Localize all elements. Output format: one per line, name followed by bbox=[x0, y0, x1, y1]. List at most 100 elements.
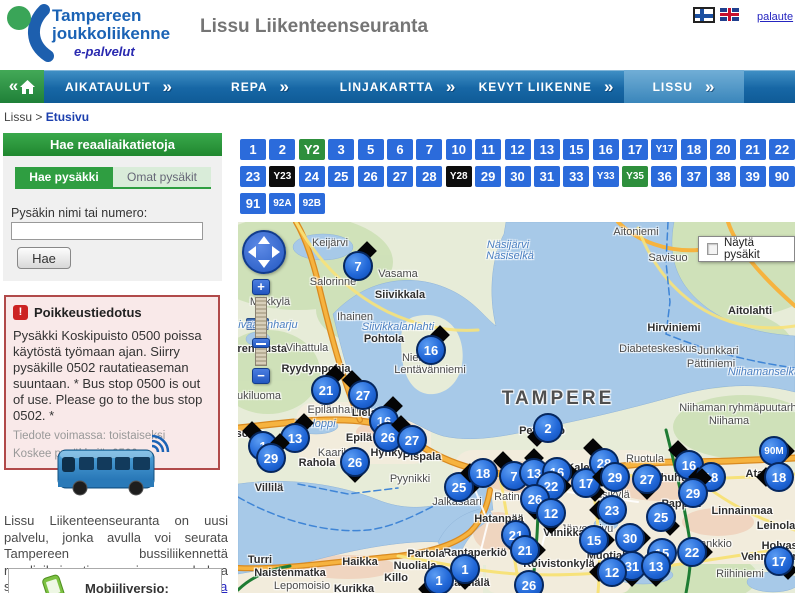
route-button-21[interactable]: 21 bbox=[740, 139, 766, 160]
bus-marker-23[interactable]: 23 bbox=[597, 495, 627, 525]
route-button-1[interactable]: 1 bbox=[240, 139, 266, 160]
route-button-Y33[interactable]: Y33 bbox=[593, 166, 619, 187]
lissu-page: Tampereen joukkoliikenne e-palvelut Liss… bbox=[0, 0, 800, 593]
map-place-label: Killo bbox=[384, 572, 408, 584]
nav-item-linjakartta[interactable]: LINJAKARTTA» bbox=[327, 70, 469, 103]
search-tabs: Hae pysäkki Omat pysäkit bbox=[15, 167, 211, 189]
route-button-2[interactable]: 2 bbox=[269, 139, 295, 160]
tab-hae-pysakki[interactable]: Hae pysäkki bbox=[15, 167, 113, 187]
logo[interactable] bbox=[4, 2, 56, 67]
bus-marker-16[interactable]: 16 bbox=[416, 335, 446, 365]
route-button-Y17[interactable]: Y17 bbox=[651, 139, 677, 160]
route-button-7[interactable]: 7 bbox=[416, 139, 442, 160]
search-button[interactable]: Hae bbox=[17, 247, 71, 269]
route-button-27[interactable]: 27 bbox=[387, 166, 413, 187]
map-pan-control[interactable] bbox=[242, 230, 286, 274]
feedback-link[interactable]: palaute bbox=[757, 11, 793, 23]
bus-marker-26[interactable]: 26 bbox=[514, 570, 544, 593]
bus-marker-1[interactable]: 1 bbox=[424, 565, 454, 593]
route-button-16[interactable]: 16 bbox=[593, 139, 619, 160]
bus-marker-29[interactable]: 29 bbox=[678, 478, 708, 508]
bus-marker-15[interactable]: 15 bbox=[579, 525, 609, 555]
pan-left-icon[interactable] bbox=[248, 246, 256, 258]
map-city-label: TAMPERE bbox=[502, 388, 614, 410]
route-button-25[interactable]: 25 bbox=[328, 166, 354, 187]
show-stops-toggle[interactable]: Näytä pysäkit bbox=[698, 236, 795, 262]
route-button-17[interactable]: 17 bbox=[622, 139, 648, 160]
nav-home-button[interactable]: « bbox=[0, 70, 44, 103]
route-button-Y35[interactable]: Y35 bbox=[622, 166, 648, 187]
bus-marker-18[interactable]: 18 bbox=[468, 458, 498, 488]
route-button-31[interactable]: 31 bbox=[534, 166, 560, 187]
route-button-33[interactable]: 33 bbox=[563, 166, 589, 187]
bus-marker-27[interactable]: 27 bbox=[632, 464, 662, 494]
bus-marker-25[interactable]: 25 bbox=[646, 502, 676, 532]
route-button-39[interactable]: 39 bbox=[740, 166, 766, 187]
bus-marker-21[interactable]: 21 bbox=[311, 375, 341, 405]
route-button-30[interactable]: 30 bbox=[505, 166, 531, 187]
map-zoom-slider[interactable] bbox=[255, 297, 267, 366]
nav-item-lissu[interactable]: LISSU» bbox=[624, 70, 744, 103]
tab-omat-pysakit[interactable]: Omat pysäkit bbox=[113, 167, 211, 187]
route-button-3[interactable]: 3 bbox=[328, 139, 354, 160]
route-button-18[interactable]: 18 bbox=[681, 139, 707, 160]
route-button-92A[interactable]: 92A bbox=[269, 193, 295, 214]
bus-marker-26[interactable]: 26 bbox=[340, 447, 370, 477]
bus-marker-7[interactable]: 7 bbox=[343, 251, 373, 281]
pan-up-icon[interactable] bbox=[258, 236, 270, 244]
stop-search-input[interactable] bbox=[11, 222, 203, 240]
route-button-23[interactable]: 23 bbox=[240, 166, 266, 187]
route-button-29[interactable]: 29 bbox=[475, 166, 501, 187]
route-button-28[interactable]: 28 bbox=[416, 166, 442, 187]
bus-marker-2[interactable]: 2 bbox=[533, 413, 563, 443]
bus-marker-29[interactable]: 29 bbox=[600, 462, 630, 492]
route-button-37[interactable]: 37 bbox=[681, 166, 707, 187]
map-zoom-handle[interactable] bbox=[252, 338, 270, 348]
bus-marker-13[interactable]: 13 bbox=[641, 551, 671, 581]
route-button-91[interactable]: 91 bbox=[240, 193, 266, 214]
route-button-11[interactable]: 11 bbox=[475, 139, 501, 160]
route-button-15[interactable]: 15 bbox=[563, 139, 589, 160]
bus-marker-17[interactable]: 17 bbox=[764, 546, 794, 576]
bus-marker-18[interactable]: 18 bbox=[764, 462, 794, 492]
uk-flag-icon[interactable] bbox=[720, 8, 739, 21]
route-button-92B[interactable]: 92B bbox=[299, 193, 325, 214]
route-button-13[interactable]: 13 bbox=[534, 139, 560, 160]
bus-marker-22[interactable]: 22 bbox=[677, 537, 707, 567]
map-zoom-in-button[interactable]: + bbox=[252, 279, 270, 295]
map[interactable]: 277 KeijärviSalorinneVasamaSiivikkalaIha… bbox=[238, 222, 795, 593]
route-button-38[interactable]: 38 bbox=[710, 166, 736, 187]
nav-item-repa[interactable]: REPA» bbox=[194, 70, 327, 103]
bus-marker-12[interactable]: 12 bbox=[597, 557, 627, 587]
route-button-12[interactable]: 12 bbox=[505, 139, 531, 160]
route-button-90[interactable]: 90 bbox=[769, 166, 795, 187]
bus-marker-29[interactable]: 29 bbox=[256, 443, 286, 473]
route-button-22[interactable]: 22 bbox=[769, 139, 795, 160]
pan-right-icon[interactable] bbox=[272, 246, 280, 258]
nav-item-kevyt-liikenne[interactable]: KEVYT LIIKENNE» bbox=[469, 70, 624, 103]
route-button-6[interactable]: 6 bbox=[387, 139, 413, 160]
route-button-5[interactable]: 5 bbox=[358, 139, 384, 160]
pan-down-icon[interactable] bbox=[258, 260, 270, 268]
route-button-Y23[interactable]: Y23 bbox=[269, 166, 295, 187]
mobile-version-box[interactable]: Mobiiliversio: bbox=[8, 568, 222, 593]
route-button-20[interactable]: 20 bbox=[710, 139, 736, 160]
bus-marker-12[interactable]: 12 bbox=[536, 498, 566, 528]
logo-subtitle: e-palvelut bbox=[74, 44, 135, 59]
route-button-Y28[interactable]: Y28 bbox=[446, 166, 472, 187]
breadcrumb-current[interactable]: Etusivu bbox=[46, 110, 89, 124]
route-button-10[interactable]: 10 bbox=[446, 139, 472, 160]
map-zoom-out-button[interactable]: − bbox=[252, 368, 270, 384]
show-stops-checkbox[interactable] bbox=[707, 243, 718, 255]
route-button-24[interactable]: 24 bbox=[299, 166, 325, 187]
nav-item-aikataulut[interactable]: AIKATAULUT» bbox=[44, 70, 194, 103]
finnish-flag-icon[interactable] bbox=[693, 7, 715, 23]
bus-marker-21[interactable]: 21 bbox=[510, 535, 540, 565]
bus-marker-27[interactable]: 27 bbox=[397, 425, 427, 455]
route-button-Y2[interactable]: Y2 bbox=[299, 139, 325, 160]
bus-marker-30[interactable]: 30 bbox=[615, 523, 645, 553]
route-button-36[interactable]: 36 bbox=[651, 166, 677, 187]
breadcrumb-section[interactable]: Lissu bbox=[4, 110, 32, 124]
route-button-26[interactable]: 26 bbox=[358, 166, 384, 187]
bus-marker-1[interactable]: 1 bbox=[450, 554, 480, 584]
